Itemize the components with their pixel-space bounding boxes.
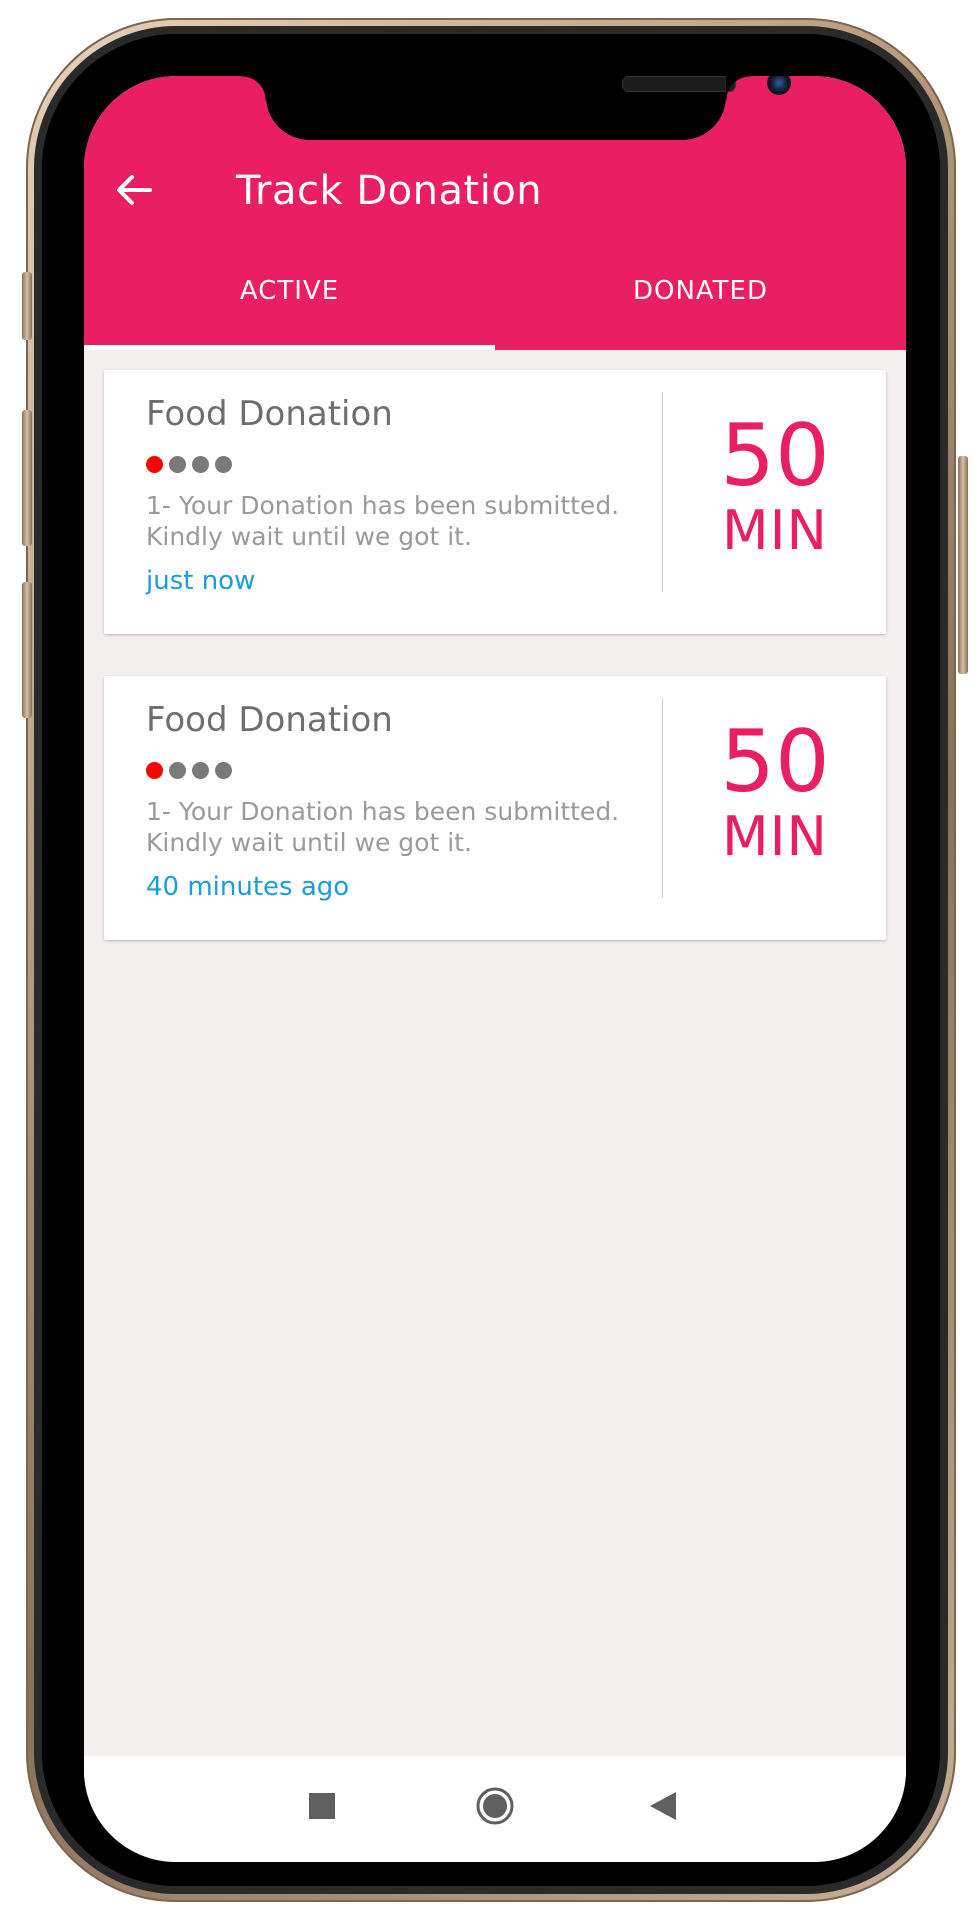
card-divider [662, 698, 663, 898]
progress-dot [169, 762, 186, 779]
eta-unit: MIN [722, 499, 828, 562]
card-divider [662, 392, 663, 592]
tab-active-label: ACTIVE [239, 276, 340, 306]
page-title: Track Donation [236, 168, 543, 214]
donation-card[interactable]: Food Donation 1- Your Donation has been … [104, 676, 886, 940]
donation-title: Food Donation [146, 700, 393, 740]
progress-dot [192, 762, 209, 779]
tab-donated-label: DONATED [632, 276, 769, 306]
progress-dot-active [146, 456, 163, 473]
front-camera [767, 76, 791, 95]
power-button [958, 456, 968, 674]
eta-block: 50 MIN [664, 718, 886, 868]
progress-dot [215, 762, 232, 779]
eta-value: 50 [720, 406, 830, 506]
tab-active[interactable]: ACTIVE [84, 276, 495, 350]
donation-status-message: 1- Your Donation has been submitted. Kin… [146, 491, 620, 551]
system-nav-bar [84, 1756, 906, 1862]
donation-timestamp: just now [146, 566, 256, 596]
app-header: Track Donation ACTIVE DONATED [84, 76, 906, 350]
progress-dot-active [146, 762, 163, 779]
eta-unit: MIN [722, 805, 828, 868]
volume-up-button [22, 410, 32, 546]
volume-down-button [22, 582, 32, 718]
progress-dot [215, 456, 232, 473]
donation-title: Food Donation [146, 394, 393, 434]
progress-dot [192, 456, 209, 473]
donation-timestamp: 40 minutes ago [146, 872, 350, 902]
donation-card[interactable]: Food Donation 1- Your Donation has been … [104, 370, 886, 634]
eta-block: 50 MIN [664, 412, 886, 562]
progress-dot [169, 456, 186, 473]
progress-dots [146, 456, 232, 473]
square-icon[interactable] [308, 1792, 336, 1820]
arrow-left-icon[interactable] [110, 166, 158, 214]
mute-switch [22, 272, 32, 340]
circle-icon[interactable] [475, 1786, 515, 1826]
progress-dots [146, 762, 232, 779]
triangle-back-icon[interactable] [648, 1790, 678, 1822]
donation-status-message: 1- Your Donation has been submitted. Kin… [146, 797, 620, 857]
screen: Track Donation ACTIVE DONATED Food Donat… [84, 76, 906, 1862]
tab-donated[interactable]: DONATED [495, 276, 906, 350]
speaker-grille [622, 76, 736, 92]
notch [242, 76, 791, 140]
eta-value: 50 [720, 712, 830, 812]
